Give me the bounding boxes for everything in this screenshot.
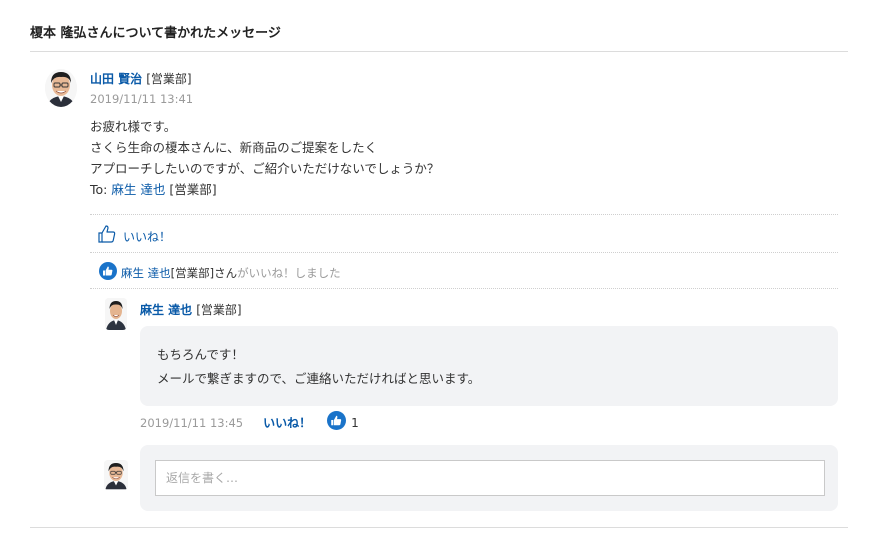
divider: [90, 288, 838, 289]
reply-author-name[interactable]: 麻生 達也: [140, 303, 192, 317]
post-to-line: To: 麻生 達也 [営業部]: [90, 179, 439, 200]
reply-author: 麻生 達也 [営業部]: [140, 301, 242, 318]
post-body: お疲れ様です。 さくら生命の榎本さんに、新商品のご提案をしたく アプローチしたい…: [90, 116, 439, 200]
avatar-aso[interactable]: [105, 298, 127, 330]
like-button-label: いいね！: [123, 229, 172, 244]
reply-line: メールで繋ぎますので、ご連絡いただければと思います。: [157, 371, 481, 386]
divider: [90, 214, 838, 215]
footer-divider: [30, 527, 848, 528]
reply-line: もちろんです！: [157, 347, 244, 362]
to-user-dept: [営業部]: [169, 182, 217, 197]
avatar-yamada[interactable]: [45, 69, 77, 107]
thumbs-up-badge-icon: [99, 262, 117, 283]
reply-like-count[interactable]: 1: [327, 411, 359, 434]
liked-text: がいいね！しました: [237, 265, 341, 280]
post-author: 山田 賢治 [営業部]: [90, 70, 192, 87]
reply-input[interactable]: [155, 460, 825, 496]
post-line: アプローチしたいのですが、ご紹介いただけないでしょうか？: [90, 161, 440, 176]
to-user-link[interactable]: 麻生 達也: [111, 182, 165, 197]
post-line: さくら生命の榎本さんに、新商品のご提案をしたく: [90, 140, 378, 155]
reply-author-dept: [営業部]: [196, 303, 242, 317]
post-author-name[interactable]: 山田 賢治: [90, 72, 142, 86]
reply-timestamp: 2019/11/11 13:45: [140, 415, 244, 430]
post-timestamp: 2019/11/11 13:41: [90, 92, 194, 106]
divider: [90, 252, 838, 253]
liked-by-line: 麻生 達也 [営業部] さん がいいね！しました: [99, 262, 341, 283]
like-count: 1: [351, 415, 359, 430]
header-divider: [30, 51, 848, 52]
liked-user-suffix: さん: [214, 265, 238, 280]
reply-like-button[interactable]: いいね！: [263, 414, 311, 431]
to-label: To:: [90, 182, 108, 197]
post-line: お疲れ様です。: [90, 119, 177, 134]
reply-body: もちろんです！ メールで繋ぎますので、ご連絡いただければと思います。: [157, 343, 480, 391]
reply-meta: 2019/11/11 13:45 いいね！ 1: [140, 411, 359, 434]
thumbs-up-badge-icon: [327, 411, 347, 434]
avatar-current-user: [104, 460, 128, 490]
like-button[interactable]: いいね！: [97, 224, 171, 248]
liked-user-dept: [営業部]: [170, 265, 215, 280]
liked-user-link[interactable]: 麻生 達也: [121, 265, 171, 281]
post-author-dept: [営業部]: [146, 72, 192, 86]
thumbs-up-outline-icon: [97, 224, 117, 248]
page-title: 榎本 隆弘さんについて書かれたメッセージ: [30, 26, 281, 41]
